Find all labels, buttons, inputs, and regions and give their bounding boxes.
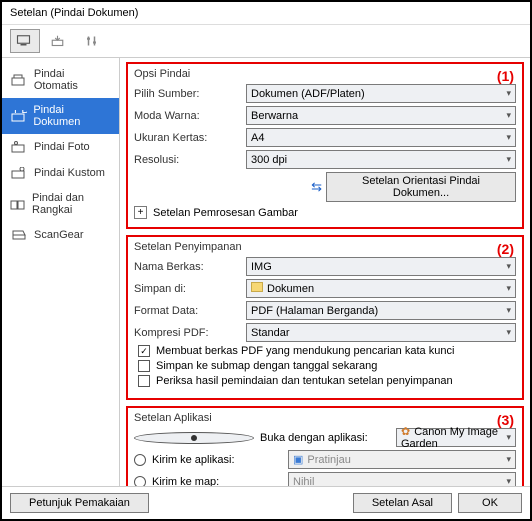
scangear-icon xyxy=(10,228,28,242)
ok-button[interactable]: OK xyxy=(458,493,522,513)
save-subfolder-label: Simpan ke submap dengan tanggal sekarang xyxy=(156,360,377,372)
filename-label: Nama Berkas: xyxy=(134,261,240,273)
pdf-compression-dropdown[interactable]: Standar▾ xyxy=(246,323,516,342)
scan-options-group: (1) Opsi Pindai Pilih Sumber: Dokumen (A… xyxy=(126,62,524,229)
open-with-app-dropdown[interactable]: ✿Canon My Image Garden▾ xyxy=(396,428,516,447)
send-to-folder-radio[interactable] xyxy=(134,476,146,487)
sidebar-item-auto-scan[interactable]: Pindai Otomatis xyxy=(2,62,119,98)
keyword-search-label: Membuat berkas PDF yang mendukung pencar… xyxy=(156,345,454,357)
instructions-button[interactable]: Petunjuk Pemakaian xyxy=(10,493,149,513)
scan-options-title: Opsi Pindai xyxy=(134,68,516,80)
sidebar-item-label: ScanGear xyxy=(34,229,84,241)
sidebar-item-document-scan[interactable]: PDF Pindai Dokumen xyxy=(2,98,119,134)
sidebar-item-stitch-scan[interactable]: Pindai dan Rangkai xyxy=(2,186,119,222)
group-marker-1: (1) xyxy=(497,68,514,84)
auto-scan-icon xyxy=(10,73,28,87)
chevron-down-icon: ▾ xyxy=(506,154,511,165)
chevron-down-icon: ▾ xyxy=(506,327,511,338)
select-source-dropdown[interactable]: Dokumen (ADF/Platen)▾ xyxy=(246,84,516,103)
image-processing-settings-label: Setelan Pemrosesan Gambar xyxy=(153,207,298,219)
application-settings-group: (3) Setelan Aplikasi Buka dengan aplikas… xyxy=(126,406,524,486)
stitch-scan-icon xyxy=(10,197,26,211)
chevron-down-icon: ▾ xyxy=(506,88,511,99)
sidebar-item-label: Pindai Dokumen xyxy=(33,104,111,128)
filename-combobox[interactable]: IMG▾ xyxy=(246,257,516,276)
sidebar-item-label: Pindai Foto xyxy=(34,141,90,153)
save-in-dropdown[interactable]: Dokumen▾ xyxy=(246,279,516,298)
sidebar-item-scangear[interactable]: ScanGear xyxy=(2,222,119,248)
format-label: Format Data: xyxy=(134,305,240,317)
send-to-app-dropdown[interactable]: ▣Pratinjau▾ xyxy=(288,450,516,469)
chevron-down-icon: ▾ xyxy=(506,454,511,465)
chevron-down-icon: ▾ xyxy=(506,305,511,316)
orientation-settings-button[interactable]: Setelan Orientasi Pindai Dokumen... xyxy=(326,172,516,202)
chevron-down-icon: ▾ xyxy=(506,283,511,294)
defaults-button[interactable]: Setelan Asal xyxy=(353,493,452,513)
folder-icon xyxy=(251,282,263,292)
custom-scan-icon xyxy=(10,166,28,180)
resolution-label: Resolusi: xyxy=(134,154,240,166)
sidebar-item-custom-scan[interactable]: Pindai Kustom xyxy=(2,160,119,186)
photo-scan-icon xyxy=(10,140,28,154)
paper-size-dropdown[interactable]: A4▾ xyxy=(246,128,516,147)
pdf-compression-label: Kompresi PDF: xyxy=(134,327,240,339)
chevron-down-icon: ▾ xyxy=(506,261,511,272)
mode-tab-scan-from-panel[interactable] xyxy=(44,29,74,53)
mode-tab-general[interactable] xyxy=(78,29,108,53)
save-in-label: Simpan di: xyxy=(134,283,240,295)
chevron-down-icon: ▾ xyxy=(506,132,511,143)
application-settings-title: Setelan Aplikasi xyxy=(134,412,516,424)
send-to-app-radio[interactable] xyxy=(134,454,146,466)
group-marker-2: (2) xyxy=(497,241,514,257)
check-results-label: Periksa hasil pemindaian dan tentukan se… xyxy=(156,375,453,387)
app-icon: ✿ xyxy=(401,426,410,438)
sidebar-item-label: Pindai dan Rangkai xyxy=(32,192,111,216)
chevron-down-icon: ▾ xyxy=(506,476,511,486)
send-to-app-label: Kirim ke aplikasi: xyxy=(152,454,282,466)
keyword-search-checkbox[interactable]: ✓ xyxy=(138,345,150,357)
open-with-app-label: Buka dengan aplikasi: xyxy=(260,432,390,444)
svg-text:PDF: PDF xyxy=(14,110,27,116)
save-subfolder-checkbox[interactable] xyxy=(138,360,150,372)
preview-icon: ▣ xyxy=(293,454,303,466)
document-scan-icon: PDF xyxy=(10,109,27,123)
send-to-folder-label: Kirim ke map: xyxy=(152,476,282,487)
sidebar-item-label: Pindai Otomatis xyxy=(34,68,111,92)
window-title: Setelan (Pindai Dokumen) xyxy=(2,2,530,25)
save-settings-group: (2) Setelan Penyimpanan Nama Berkas: IMG… xyxy=(126,235,524,400)
sidebar: Pindai Otomatis PDF Pindai Dokumen Pinda… xyxy=(2,58,120,486)
send-to-folder-dropdown[interactable]: Nihil▾ xyxy=(288,472,516,486)
color-mode-dropdown[interactable]: Berwarna▾ xyxy=(246,106,516,125)
resolution-dropdown[interactable]: 300 dpi▾ xyxy=(246,150,516,169)
format-dropdown[interactable]: PDF (Halaman Berganda)▾ xyxy=(246,301,516,320)
open-with-app-radio[interactable] xyxy=(134,432,254,444)
check-results-checkbox[interactable] xyxy=(138,375,150,387)
mode-toolbar xyxy=(2,25,530,58)
save-settings-title: Setelan Penyimpanan xyxy=(134,241,516,253)
color-mode-label: Moda Warna: xyxy=(134,110,240,122)
chevron-down-icon: ▾ xyxy=(506,110,511,121)
group-marker-3: (3) xyxy=(497,412,514,428)
select-source-label: Pilih Sumber: xyxy=(134,88,240,100)
dialog-footer: Petunjuk Pemakaian Setelan Asal OK xyxy=(2,486,530,519)
sidebar-item-label: Pindai Kustom xyxy=(34,167,105,179)
chevron-down-icon: ▾ xyxy=(506,432,511,443)
sidebar-item-photo-scan[interactable]: Pindai Foto xyxy=(2,134,119,160)
sync-link-icon[interactable]: ⇆ xyxy=(311,179,322,195)
paper-size-label: Ukuran Kertas: xyxy=(134,132,240,144)
mode-tab-scan-from-pc[interactable] xyxy=(10,29,40,53)
expand-image-processing-icon[interactable]: + xyxy=(134,206,147,219)
